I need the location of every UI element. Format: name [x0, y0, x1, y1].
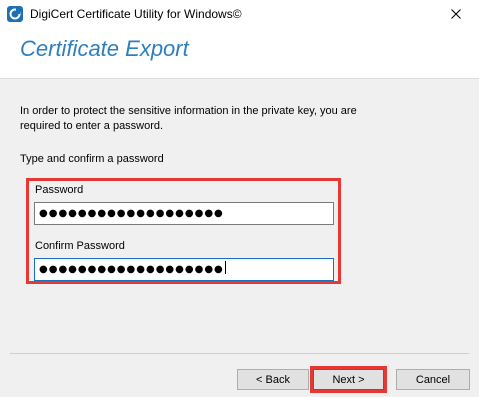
- title-bar[interactable]: DigiCert Certificate Utility for Windows…: [0, 0, 479, 28]
- next-button-highlight: [310, 366, 387, 393]
- digicert-logo-icon: [7, 6, 23, 22]
- close-icon: [451, 9, 461, 19]
- back-button[interactable]: < Back: [237, 369, 309, 390]
- window-title: DigiCert Certificate Utility for Windows…: [30, 7, 242, 21]
- close-button[interactable]: [433, 0, 479, 28]
- footer-divider: [10, 353, 469, 354]
- dialog-window: DigiCert Certificate Utility for Windows…: [0, 0, 479, 397]
- wizard-header: Certificate Export: [0, 28, 479, 79]
- intro-text: In order to protect the sensitive inform…: [20, 105, 357, 132]
- instruction-text: Type and confirm a password: [20, 153, 164, 165]
- cancel-button[interactable]: Cancel: [396, 369, 470, 390]
- password-fields-highlight: [26, 178, 341, 284]
- page-title: Certificate Export: [20, 36, 189, 61]
